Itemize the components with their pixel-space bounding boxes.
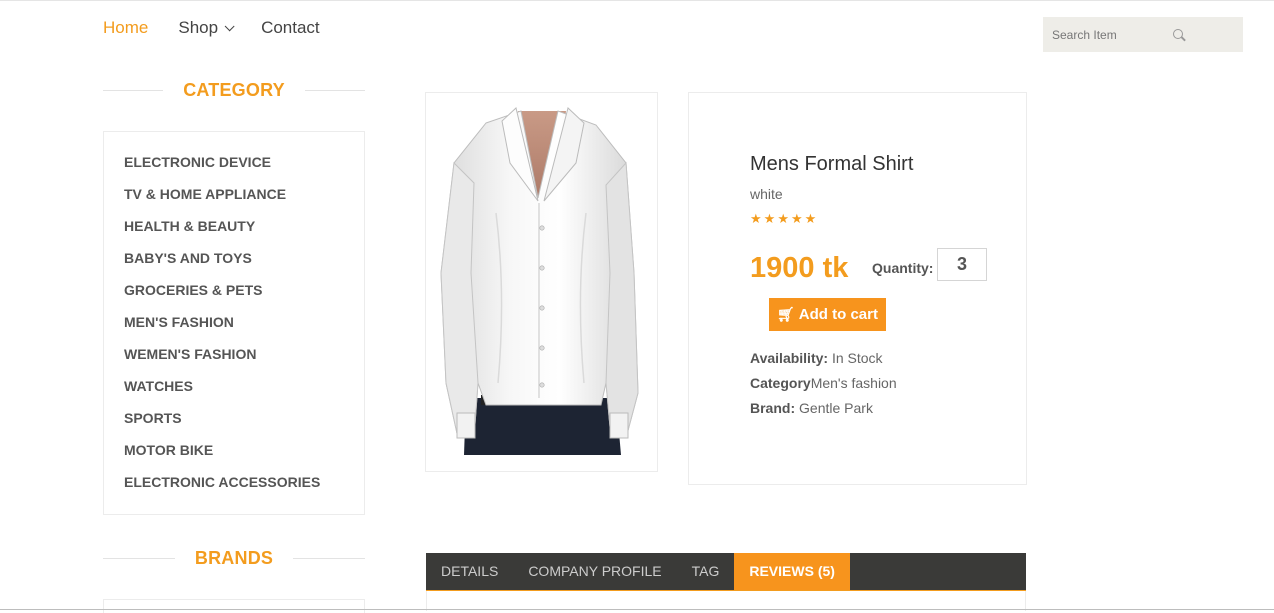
star-half-icon: ★ xyxy=(804,212,816,226)
add-to-cart-label: Add to cart xyxy=(798,306,878,323)
main-nav: Home Shop Contact xyxy=(103,17,350,39)
category-item[interactable]: WATCHES xyxy=(104,377,364,409)
chevron-down-icon xyxy=(224,20,235,31)
category-list-box: ELECTRONIC DEVICE TV & HOME APPLIANCE HE… xyxy=(103,131,365,515)
brand-row: Brand: Gentle Park xyxy=(750,400,873,416)
search-bar xyxy=(1043,17,1243,52)
availability-label: Availability: xyxy=(750,350,829,366)
brand-value: Gentle Park xyxy=(799,400,873,416)
search-input[interactable] xyxy=(1043,27,1193,42)
product-tabs: DETAILS COMPANY PROFILE TAG REVIEWS (5) xyxy=(426,553,1026,591)
availability-row: Availability: In Stock xyxy=(750,350,883,366)
star-icon: ★ xyxy=(790,211,803,226)
nav-contact-link[interactable]: Contact xyxy=(261,18,320,38)
product-image[interactable] xyxy=(425,92,658,472)
product-info-card: Mens Formal Shirt white ★ ★ ★ ★ ★ 1900 t… xyxy=(688,92,1027,485)
star-icon: ★ xyxy=(750,211,762,226)
category-item[interactable]: MEN'S FASHION xyxy=(104,313,364,345)
availability-value: In Stock xyxy=(831,350,883,366)
nav-shop-link[interactable]: Shop xyxy=(178,18,235,38)
brand-label: Brand: xyxy=(750,400,796,416)
bottom-divider xyxy=(0,609,1274,610)
tab-company-profile[interactable]: COMPANY PROFILE xyxy=(513,553,676,590)
tab-reviews[interactable]: REVIEWS (5) xyxy=(734,553,850,590)
quantity-input[interactable]: 3 xyxy=(937,248,987,281)
product-title: Mens Formal Shirt xyxy=(750,153,914,175)
quantity-label: Quantity: xyxy=(872,260,934,276)
category-row: CategoryMen's fashion xyxy=(750,375,897,391)
brands-title: BRANDS xyxy=(194,548,274,568)
brands-list-box xyxy=(103,599,365,613)
tab-details[interactable]: DETAILS xyxy=(426,553,513,590)
category-item[interactable]: SPORTS xyxy=(104,409,364,441)
category-value: Men's fashion xyxy=(810,375,897,391)
heading-divider xyxy=(293,558,366,559)
category-item[interactable]: ELECTRONIC ACCESSORIES xyxy=(104,473,364,505)
heading-divider xyxy=(103,90,164,91)
heading-divider xyxy=(103,558,175,559)
category-item[interactable]: MOTOR BIKE xyxy=(104,441,364,473)
rating-stars: ★ ★ ★ ★ ★ xyxy=(750,212,818,226)
product-price: 1900 tk xyxy=(750,252,849,284)
star-icon: ★ xyxy=(777,211,789,226)
heading-divider xyxy=(304,90,366,91)
category-item[interactable]: ELECTRONIC DEVICE xyxy=(104,153,364,185)
add-to-cart-button[interactable]: 🛒︎ Add to cart xyxy=(769,298,886,331)
nav-shop-label: Shop xyxy=(178,18,219,37)
category-label: Category xyxy=(750,375,811,391)
product-color: white xyxy=(750,186,783,202)
brands-heading: BRANDS xyxy=(103,548,366,569)
nav-home-link[interactable]: Home xyxy=(103,18,148,38)
nav-contact-label: Contact xyxy=(261,18,320,37)
category-item[interactable]: BABY'S AND TOYS xyxy=(104,249,364,281)
nav-home-label: Home xyxy=(103,18,149,37)
top-divider xyxy=(0,0,1274,1)
star-icon: ★ xyxy=(763,211,776,226)
category-heading: CATEGORY xyxy=(103,80,366,101)
category-item[interactable]: HEALTH & BEAUTY xyxy=(104,217,364,249)
tab-tag[interactable]: TAG xyxy=(677,553,735,590)
search-icon[interactable] xyxy=(1173,29,1183,39)
category-item[interactable]: WEMEN'S FASHION xyxy=(104,345,364,377)
category-list: ELECTRONIC DEVICE TV & HOME APPLIANCE HE… xyxy=(104,153,364,505)
category-item[interactable]: TV & HOME APPLIANCE xyxy=(104,185,364,217)
tab-content xyxy=(426,591,1026,611)
category-title: CATEGORY xyxy=(183,80,285,100)
category-item[interactable]: GROCERIES & PETS xyxy=(104,281,364,313)
shirt-image xyxy=(440,107,639,455)
cart-icon: 🛒︎ xyxy=(777,306,795,322)
